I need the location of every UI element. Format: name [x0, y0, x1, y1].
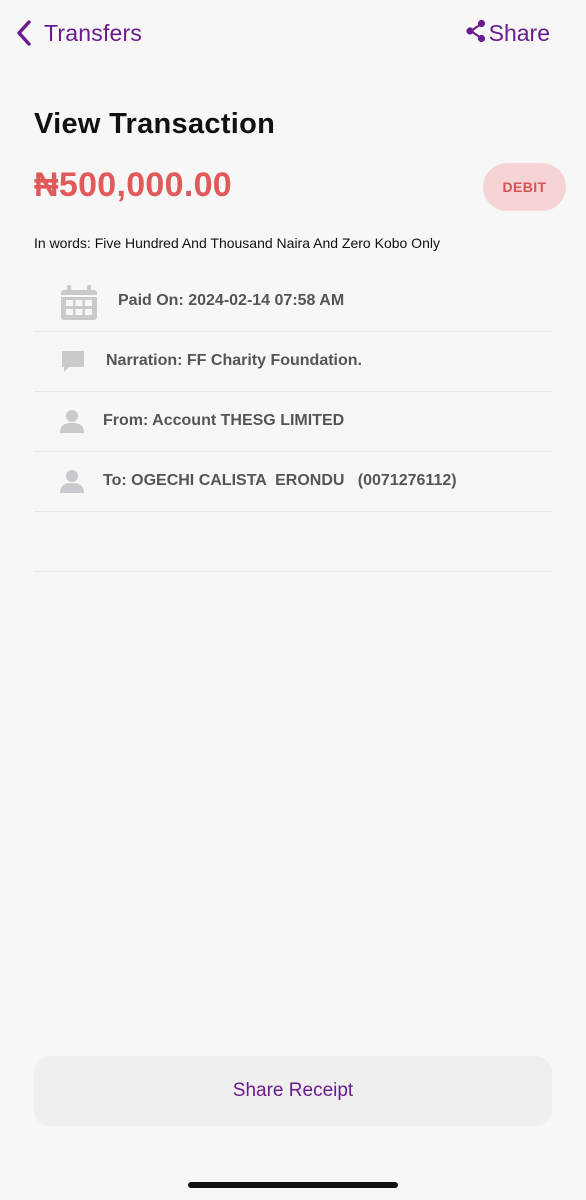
person-icon: [60, 469, 84, 493]
paid-on-text: Paid On: 2024-02-14 07:58 AM: [118, 292, 345, 309]
to-text: To: OGECHI CALISTA ERONDU (0071276112): [103, 472, 457, 489]
detail-row-from: From: Account THESG LIMITED: [34, 392, 552, 452]
transaction-details-list: Paid On: 2024-02-14 07:58 AM Narration: …: [34, 272, 552, 572]
share-receipt-button[interactable]: Share Receipt: [34, 1056, 552, 1126]
home-indicator: [188, 1182, 398, 1188]
page-title: View Transaction: [34, 108, 276, 140]
detail-row-to: To: OGECHI CALISTA ERONDU (0071276112): [34, 452, 552, 512]
back-label: Transfers: [44, 19, 143, 46]
share-icon: [465, 19, 487, 48]
detail-row-empty: [34, 512, 552, 572]
calendar-icon: [60, 285, 98, 321]
chat-bubble-icon: [60, 349, 86, 375]
detail-row-narration: Narration: FF Charity Foundation.: [34, 332, 552, 392]
navigation-bar: Transfers Share: [0, 0, 586, 66]
share-label: Share: [488, 19, 550, 46]
from-text: From: Account THESG LIMITED: [103, 412, 345, 429]
share-button[interactable]: Share: [465, 14, 550, 52]
debit-badge: DEBIT: [483, 163, 566, 211]
detail-row-paid-on: Paid On: 2024-02-14 07:58 AM: [34, 272, 552, 332]
narration-text: Narration: FF Charity Foundation.: [106, 352, 362, 369]
transaction-amount: ₦500,000.00: [34, 166, 233, 204]
amount-in-words: In words: Five Hundred And Thousand Nair…: [34, 235, 440, 251]
person-icon: [60, 409, 84, 433]
back-button[interactable]: Transfers: [14, 14, 142, 52]
chevron-left-icon: [14, 18, 34, 48]
